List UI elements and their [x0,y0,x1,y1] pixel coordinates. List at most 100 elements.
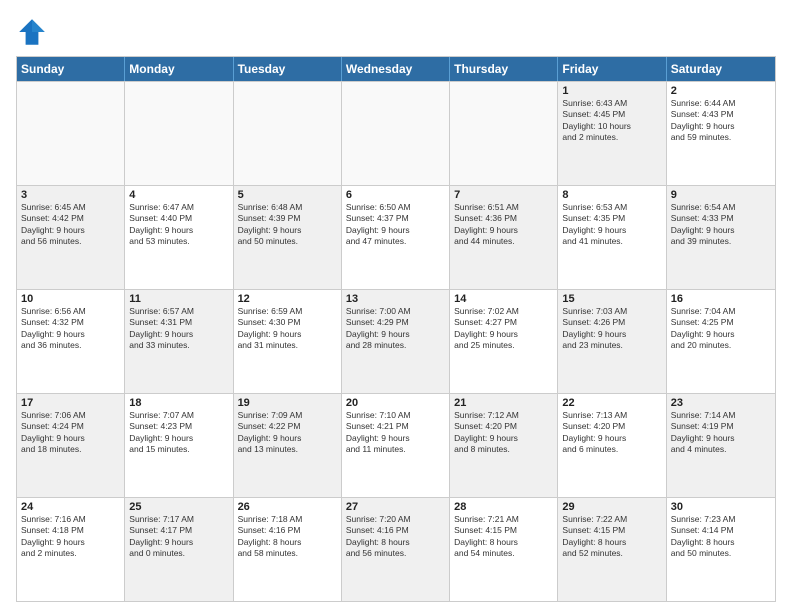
day-number: 18 [129,397,228,409]
day-number: 23 [671,397,771,409]
cal-cell: 24Sunrise: 7:16 AM Sunset: 4:18 PM Dayli… [17,498,125,601]
day-number: 9 [671,189,771,201]
cal-cell: 5Sunrise: 6:48 AM Sunset: 4:39 PM Daylig… [234,186,342,289]
calendar-header-row: SundayMondayTuesdayWednesdayThursdayFrid… [17,57,775,81]
day-info: Sunrise: 7:23 AM Sunset: 4:14 PM Dayligh… [671,514,771,560]
calendar: SundayMondayTuesdayWednesdayThursdayFrid… [16,56,776,602]
day-number: 21 [454,397,553,409]
day-number: 15 [562,293,661,305]
day-number: 4 [129,189,228,201]
cal-cell: 26Sunrise: 7:18 AM Sunset: 4:16 PM Dayli… [234,498,342,601]
day-number: 19 [238,397,337,409]
day-number: 1 [562,85,661,97]
day-number: 17 [21,397,120,409]
calendar-body: 1Sunrise: 6:43 AM Sunset: 4:45 PM Daylig… [17,81,775,601]
day-info: Sunrise: 7:16 AM Sunset: 4:18 PM Dayligh… [21,514,120,560]
day-info: Sunrise: 7:04 AM Sunset: 4:25 PM Dayligh… [671,306,771,352]
cal-cell: 25Sunrise: 7:17 AM Sunset: 4:17 PM Dayli… [125,498,233,601]
day-info: Sunrise: 6:43 AM Sunset: 4:45 PM Dayligh… [562,98,661,144]
day-number: 6 [346,189,445,201]
day-info: Sunrise: 7:21 AM Sunset: 4:15 PM Dayligh… [454,514,553,560]
cal-cell: 17Sunrise: 7:06 AM Sunset: 4:24 PM Dayli… [17,394,125,497]
cal-cell: 2Sunrise: 6:44 AM Sunset: 4:43 PM Daylig… [667,82,775,185]
calendar-row-4: 24Sunrise: 7:16 AM Sunset: 4:18 PM Dayli… [17,497,775,601]
cal-cell: 29Sunrise: 7:22 AM Sunset: 4:15 PM Dayli… [558,498,666,601]
day-number: 11 [129,293,228,305]
day-number: 29 [562,501,661,513]
day-info: Sunrise: 6:44 AM Sunset: 4:43 PM Dayligh… [671,98,771,144]
header [16,16,776,48]
cal-cell: 7Sunrise: 6:51 AM Sunset: 4:36 PM Daylig… [450,186,558,289]
cal-cell: 20Sunrise: 7:10 AM Sunset: 4:21 PM Dayli… [342,394,450,497]
calendar-row-3: 17Sunrise: 7:06 AM Sunset: 4:24 PM Dayli… [17,393,775,497]
day-number: 3 [21,189,120,201]
day-info: Sunrise: 6:54 AM Sunset: 4:33 PM Dayligh… [671,202,771,248]
cal-cell: 14Sunrise: 7:02 AM Sunset: 4:27 PM Dayli… [450,290,558,393]
cal-cell: 9Sunrise: 6:54 AM Sunset: 4:33 PM Daylig… [667,186,775,289]
day-info: Sunrise: 6:47 AM Sunset: 4:40 PM Dayligh… [129,202,228,248]
calendar-row-2: 10Sunrise: 6:56 AM Sunset: 4:32 PM Dayli… [17,289,775,393]
cal-cell [342,82,450,185]
cal-cell [234,82,342,185]
cal-cell [17,82,125,185]
calendar-row-1: 3Sunrise: 6:45 AM Sunset: 4:42 PM Daylig… [17,185,775,289]
day-info: Sunrise: 7:03 AM Sunset: 4:26 PM Dayligh… [562,306,661,352]
day-number: 8 [562,189,661,201]
cal-cell: 3Sunrise: 6:45 AM Sunset: 4:42 PM Daylig… [17,186,125,289]
cal-cell: 19Sunrise: 7:09 AM Sunset: 4:22 PM Dayli… [234,394,342,497]
header-cell-friday: Friday [558,57,666,81]
cal-cell: 10Sunrise: 6:56 AM Sunset: 4:32 PM Dayli… [17,290,125,393]
day-number: 27 [346,501,445,513]
day-info: Sunrise: 7:12 AM Sunset: 4:20 PM Dayligh… [454,410,553,456]
cal-cell: 8Sunrise: 6:53 AM Sunset: 4:35 PM Daylig… [558,186,666,289]
page: SundayMondayTuesdayWednesdayThursdayFrid… [0,0,792,612]
day-number: 24 [21,501,120,513]
day-number: 26 [238,501,337,513]
cal-cell: 4Sunrise: 6:47 AM Sunset: 4:40 PM Daylig… [125,186,233,289]
header-cell-wednesday: Wednesday [342,57,450,81]
day-number: 22 [562,397,661,409]
cal-cell: 16Sunrise: 7:04 AM Sunset: 4:25 PM Dayli… [667,290,775,393]
logo [16,16,52,48]
day-info: Sunrise: 6:51 AM Sunset: 4:36 PM Dayligh… [454,202,553,248]
day-number: 2 [671,85,771,97]
cal-cell [450,82,558,185]
header-cell-sunday: Sunday [17,57,125,81]
day-number: 16 [671,293,771,305]
day-info: Sunrise: 7:00 AM Sunset: 4:29 PM Dayligh… [346,306,445,352]
cal-cell: 15Sunrise: 7:03 AM Sunset: 4:26 PM Dayli… [558,290,666,393]
day-info: Sunrise: 7:17 AM Sunset: 4:17 PM Dayligh… [129,514,228,560]
cal-cell: 21Sunrise: 7:12 AM Sunset: 4:20 PM Dayli… [450,394,558,497]
header-cell-tuesday: Tuesday [234,57,342,81]
day-number: 7 [454,189,553,201]
cal-cell: 23Sunrise: 7:14 AM Sunset: 4:19 PM Dayli… [667,394,775,497]
day-number: 12 [238,293,337,305]
day-info: Sunrise: 7:13 AM Sunset: 4:20 PM Dayligh… [562,410,661,456]
day-info: Sunrise: 7:07 AM Sunset: 4:23 PM Dayligh… [129,410,228,456]
day-info: Sunrise: 7:10 AM Sunset: 4:21 PM Dayligh… [346,410,445,456]
cal-cell: 1Sunrise: 6:43 AM Sunset: 4:45 PM Daylig… [558,82,666,185]
cal-cell: 30Sunrise: 7:23 AM Sunset: 4:14 PM Dayli… [667,498,775,601]
header-cell-monday: Monday [125,57,233,81]
day-number: 30 [671,501,771,513]
cal-cell: 12Sunrise: 6:59 AM Sunset: 4:30 PM Dayli… [234,290,342,393]
day-info: Sunrise: 7:14 AM Sunset: 4:19 PM Dayligh… [671,410,771,456]
cal-cell: 6Sunrise: 6:50 AM Sunset: 4:37 PM Daylig… [342,186,450,289]
cal-cell [125,82,233,185]
cal-cell: 13Sunrise: 7:00 AM Sunset: 4:29 PM Dayli… [342,290,450,393]
day-number: 28 [454,501,553,513]
day-number: 10 [21,293,120,305]
day-info: Sunrise: 7:06 AM Sunset: 4:24 PM Dayligh… [21,410,120,456]
cal-cell: 28Sunrise: 7:21 AM Sunset: 4:15 PM Dayli… [450,498,558,601]
day-number: 13 [346,293,445,305]
calendar-row-0: 1Sunrise: 6:43 AM Sunset: 4:45 PM Daylig… [17,81,775,185]
header-cell-thursday: Thursday [450,57,558,81]
day-number: 20 [346,397,445,409]
day-number: 25 [129,501,228,513]
day-number: 14 [454,293,553,305]
cal-cell: 11Sunrise: 6:57 AM Sunset: 4:31 PM Dayli… [125,290,233,393]
day-info: Sunrise: 7:18 AM Sunset: 4:16 PM Dayligh… [238,514,337,560]
day-info: Sunrise: 7:02 AM Sunset: 4:27 PM Dayligh… [454,306,553,352]
day-info: Sunrise: 6:53 AM Sunset: 4:35 PM Dayligh… [562,202,661,248]
day-info: Sunrise: 6:57 AM Sunset: 4:31 PM Dayligh… [129,306,228,352]
